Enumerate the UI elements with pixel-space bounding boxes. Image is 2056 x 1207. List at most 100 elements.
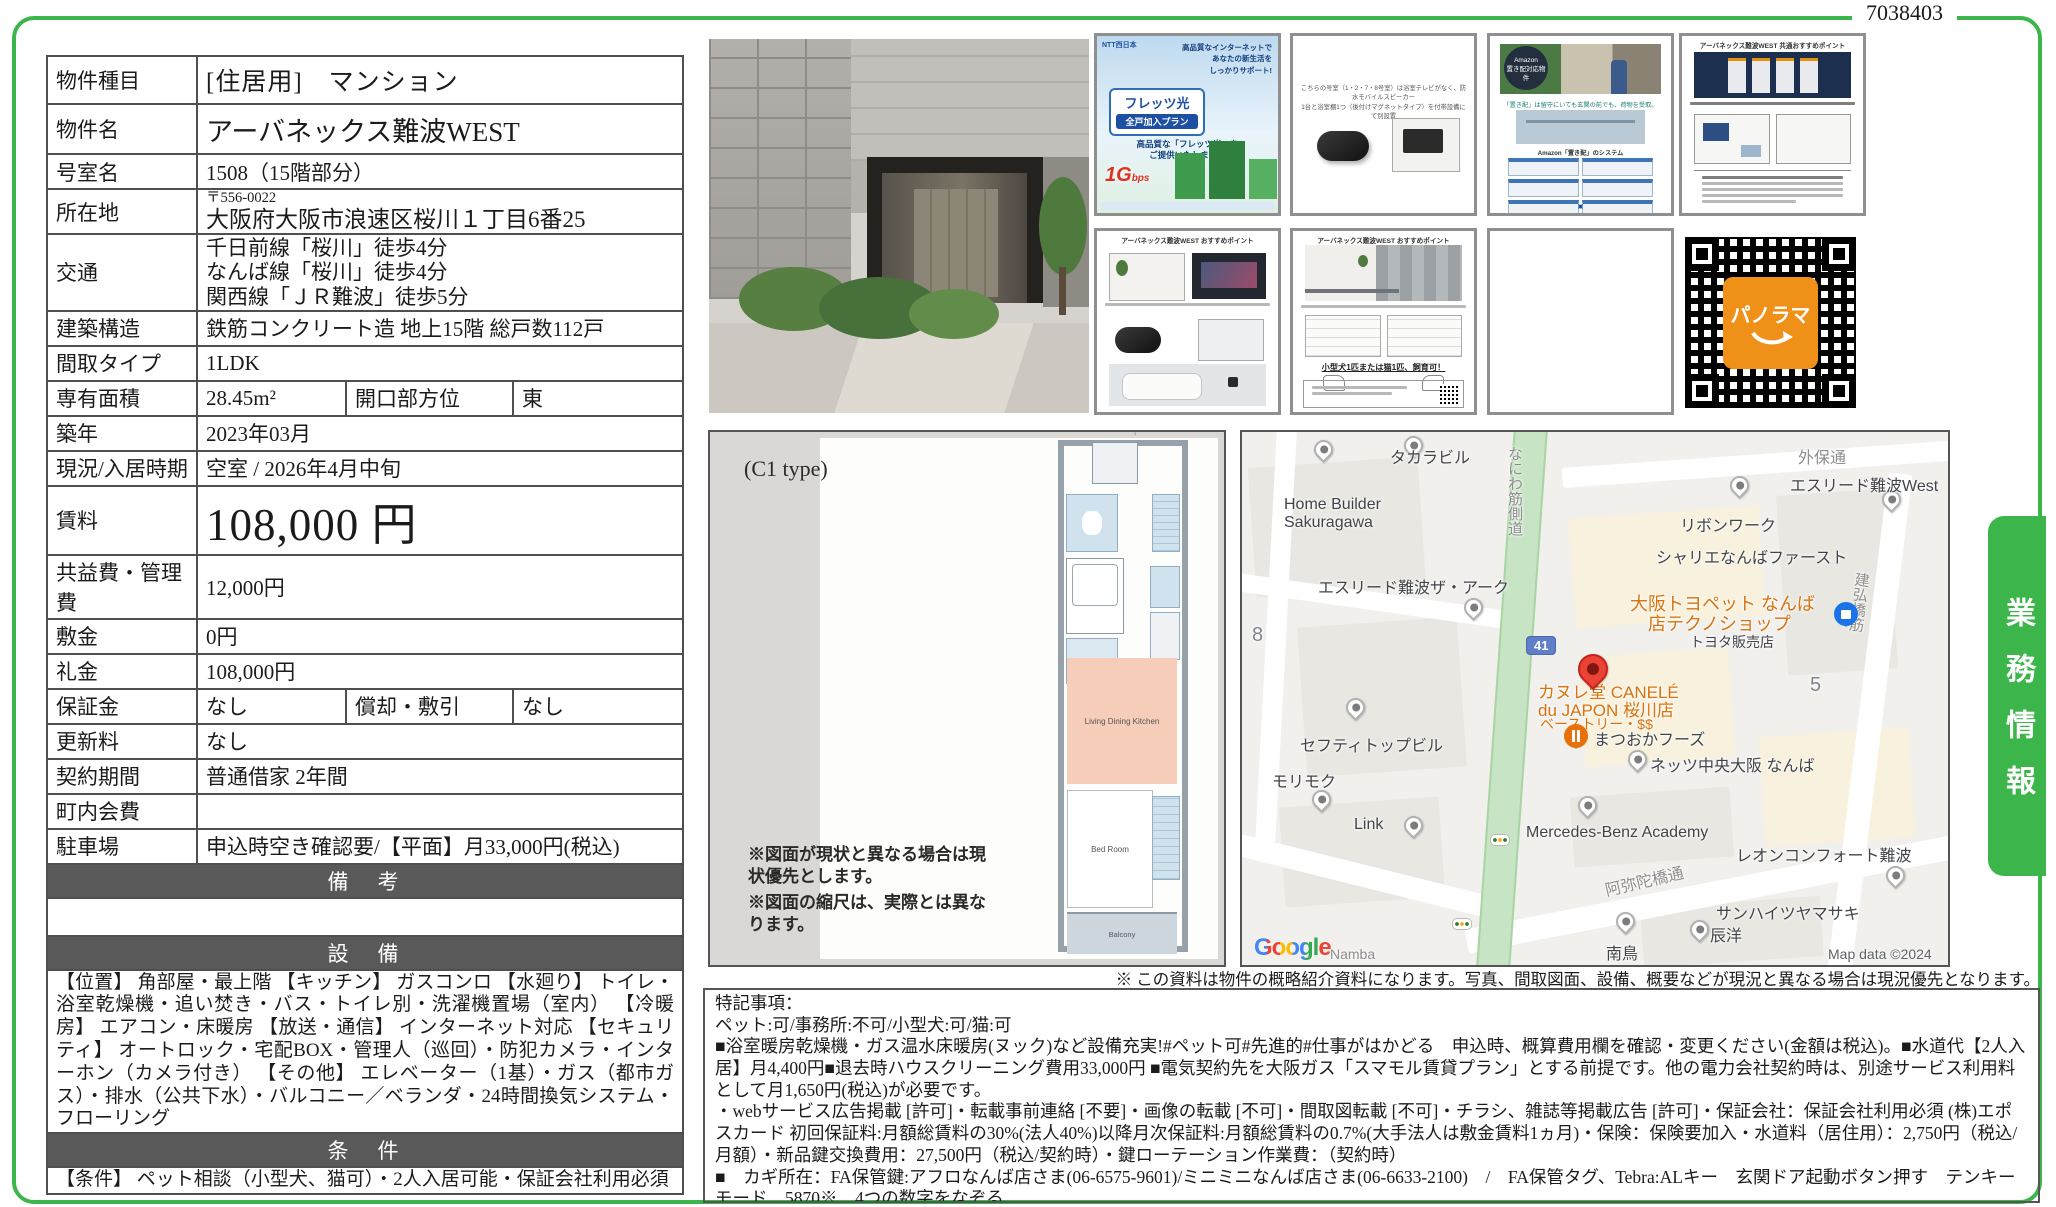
floorplan-note: ※図面が現状と異なる場合は現状優先とします。 (748, 844, 998, 888)
ldk-label: Living Dining Kitchen (1085, 717, 1160, 726)
special-notes-box: 特記事項： ペット:可/事務所:不可/小型犬:可/猫:可 ■浴室暖房乾燥機・ガス… (703, 988, 2040, 1203)
row-label: 共益費・管理費 (47, 555, 197, 619)
catch-line: 高品質なインターネットで (1182, 42, 1272, 53)
place-label: 南鳥 (1606, 940, 1638, 964)
remarks-header: 備 考 (47, 864, 683, 898)
bath-monitor-screen (1403, 129, 1443, 153)
place-label: 辰洋 (1710, 922, 1742, 946)
qr-finder (1685, 237, 1719, 271)
place-label: エスリード難波ザ・アーク (1318, 574, 1509, 598)
bathtub-art (1122, 373, 1203, 399)
photo-upper-wall (851, 39, 1089, 161)
row-label: 開口部方位 (346, 381, 513, 416)
speaker-photo (1317, 131, 1369, 161)
photo-tree (1039, 177, 1087, 275)
photo-shrub (909, 289, 999, 339)
map-block (1758, 727, 1915, 847)
closet-photo (1305, 315, 1381, 357)
flyer-text-section (1694, 170, 1851, 206)
traffic-light-icon (1452, 918, 1472, 930)
route-41-badge: 41 (1526, 636, 1556, 655)
feature-photos (1694, 114, 1851, 164)
access-line: なんば線「桜川」徒歩4分 (206, 260, 674, 284)
bath-shelf-photo (1198, 319, 1264, 361)
row-label: 現況/入居時期 (47, 451, 197, 486)
access-line: 千日前線「桜川」徒歩4分 (206, 236, 674, 260)
place-label: レオンコンフォート難波 (1736, 842, 1912, 866)
map-pin[interactable] (1310, 436, 1337, 463)
table-row: 現況/入居時期 空室 / 2026年4月中旬 (47, 451, 683, 486)
row-label: 保証金 (47, 689, 197, 724)
row-label: 償却・敷引 (346, 689, 513, 724)
table-row: 町内会費 (47, 794, 683, 829)
flyer-common-points: アーバネックス難波WEST 共通おすすめポイント (1679, 33, 1866, 216)
row-value: なし (197, 689, 346, 724)
table-row: 敷金 0円 (47, 619, 683, 654)
badge-line: Amazon (1504, 56, 1548, 65)
text-placeholder (1702, 200, 1796, 203)
restaurant-poi-pin[interactable] (1564, 724, 1588, 748)
row-value: 1LDK (197, 346, 683, 381)
fletz-logo-box: フレッツ光 全戸加入プラン (1109, 88, 1205, 136)
tablet-art (1741, 145, 1761, 157)
row-value: 普通借家 2年間 (197, 759, 683, 794)
floorplan-unit-interior: Living Dining Kitchen Bed Room Balcony (1064, 446, 1182, 946)
row-label: 築年 (47, 416, 197, 451)
catch-line: あなたの新生活を (1182, 53, 1272, 64)
balcony-label: Balcony (1109, 930, 1136, 939)
table-row: 礼金 108,000円 (47, 654, 683, 689)
photo-entrance-door (914, 189, 998, 297)
row-value: 108,000円 (197, 654, 683, 689)
table-row: 保証金 なし 償却・敷引 なし (47, 689, 683, 724)
closet-shelf (1152, 494, 1180, 552)
row-label: 物件名 (47, 104, 197, 154)
plant-art (1116, 260, 1128, 276)
gyomu-joho-tab-label: 業務情報 (1995, 571, 2039, 821)
text-placeholder (1301, 305, 1466, 308)
google-logo[interactable]: Google (1254, 934, 1331, 962)
shopping-poi-pin[interactable] (1834, 602, 1858, 626)
flyer-building-art (1209, 141, 1245, 199)
qr-finder (1822, 237, 1856, 271)
place-label: Mercedes-Benz Academy (1526, 824, 1708, 842)
panorama-label: パノラマ (1731, 299, 1811, 328)
place-label: モリモク (1272, 768, 1336, 792)
place-label: セフティトップビル (1300, 732, 1443, 756)
row-value: [住居用] マンション (197, 56, 683, 104)
row-value: 東 (513, 381, 683, 416)
traffic-light-icon (1490, 834, 1510, 846)
location-map[interactable]: なにわ筋側道 外保通 阿弥陀橋通 建弘橋筋 41 8 5 タカラビル エスリード… (1240, 430, 1950, 967)
road-label: なにわ筋側道 (1504, 446, 1525, 536)
row-label: 専有面積 (47, 381, 197, 416)
powder-space (1150, 612, 1180, 660)
flyer-catch-copy: 高品質なインターネットで あなたの新生活を しっかりサポート! (1182, 42, 1272, 76)
table-row: 専有面積 28.45m² 開口部方位 東 (47, 381, 683, 416)
row-value: 0円 (197, 619, 683, 654)
washer-space (1150, 566, 1180, 608)
empty-thumbnail (1487, 228, 1674, 415)
flyer-footnote-strip (1101, 202, 1274, 210)
row-label: 町内会費 (47, 794, 197, 829)
floorplan-notes: ※図面が現状と異なる場合は現状優先とします。 ※図面の縮尺は、実際とは異なります… (748, 844, 998, 940)
flyer-fletz-hikari: NTT西日本 高品質なインターネットで あなたの新生活を しっかりサポート! フ… (1094, 33, 1281, 216)
step-cell (1508, 158, 1579, 176)
row-value: 〒556-0022 大阪府大阪市浪速区桜川１丁目6番25 (197, 189, 683, 234)
table-row: 物件種目 [住居用] マンション (47, 56, 683, 104)
text-placeholder (1702, 188, 1843, 191)
okihai-lead-text: 「置き配」は留守にいても玄関の前でも、荷物を受取。 (1490, 100, 1671, 109)
row-value: 2023年03月 (197, 416, 683, 451)
row-label: 号室名 (47, 154, 197, 189)
gyomu-joho-tab[interactable]: 業務情報 (1988, 516, 2046, 876)
flyer-title: アーバネックス難波WEST おすすめポイント (1097, 235, 1278, 245)
entrance-area (1092, 442, 1138, 484)
panorama-qr-code[interactable]: パノラマ (1685, 237, 1856, 408)
photo-facade (709, 39, 851, 299)
table-row: 【位置】 角部屋・最上階 【キッチン】 ガスコンロ 【水廻り】 トイレ・浴室乾燥… (47, 970, 683, 1134)
special-notes-title: 特記事項： (715, 993, 2028, 1015)
door-art (1776, 58, 1794, 93)
row-value: 28.45m² (197, 381, 346, 416)
step-cell (1508, 179, 1579, 197)
row-value: 鉄筋コンクリート造 地上15階 総戸数112戸 (197, 311, 683, 346)
ldk-room: Living Dining Kitchen (1067, 658, 1177, 784)
property-spec-table: 物件種目 [住居用] マンション 物件名 アーバネックス難波WEST 号室名 1… (46, 55, 684, 1195)
